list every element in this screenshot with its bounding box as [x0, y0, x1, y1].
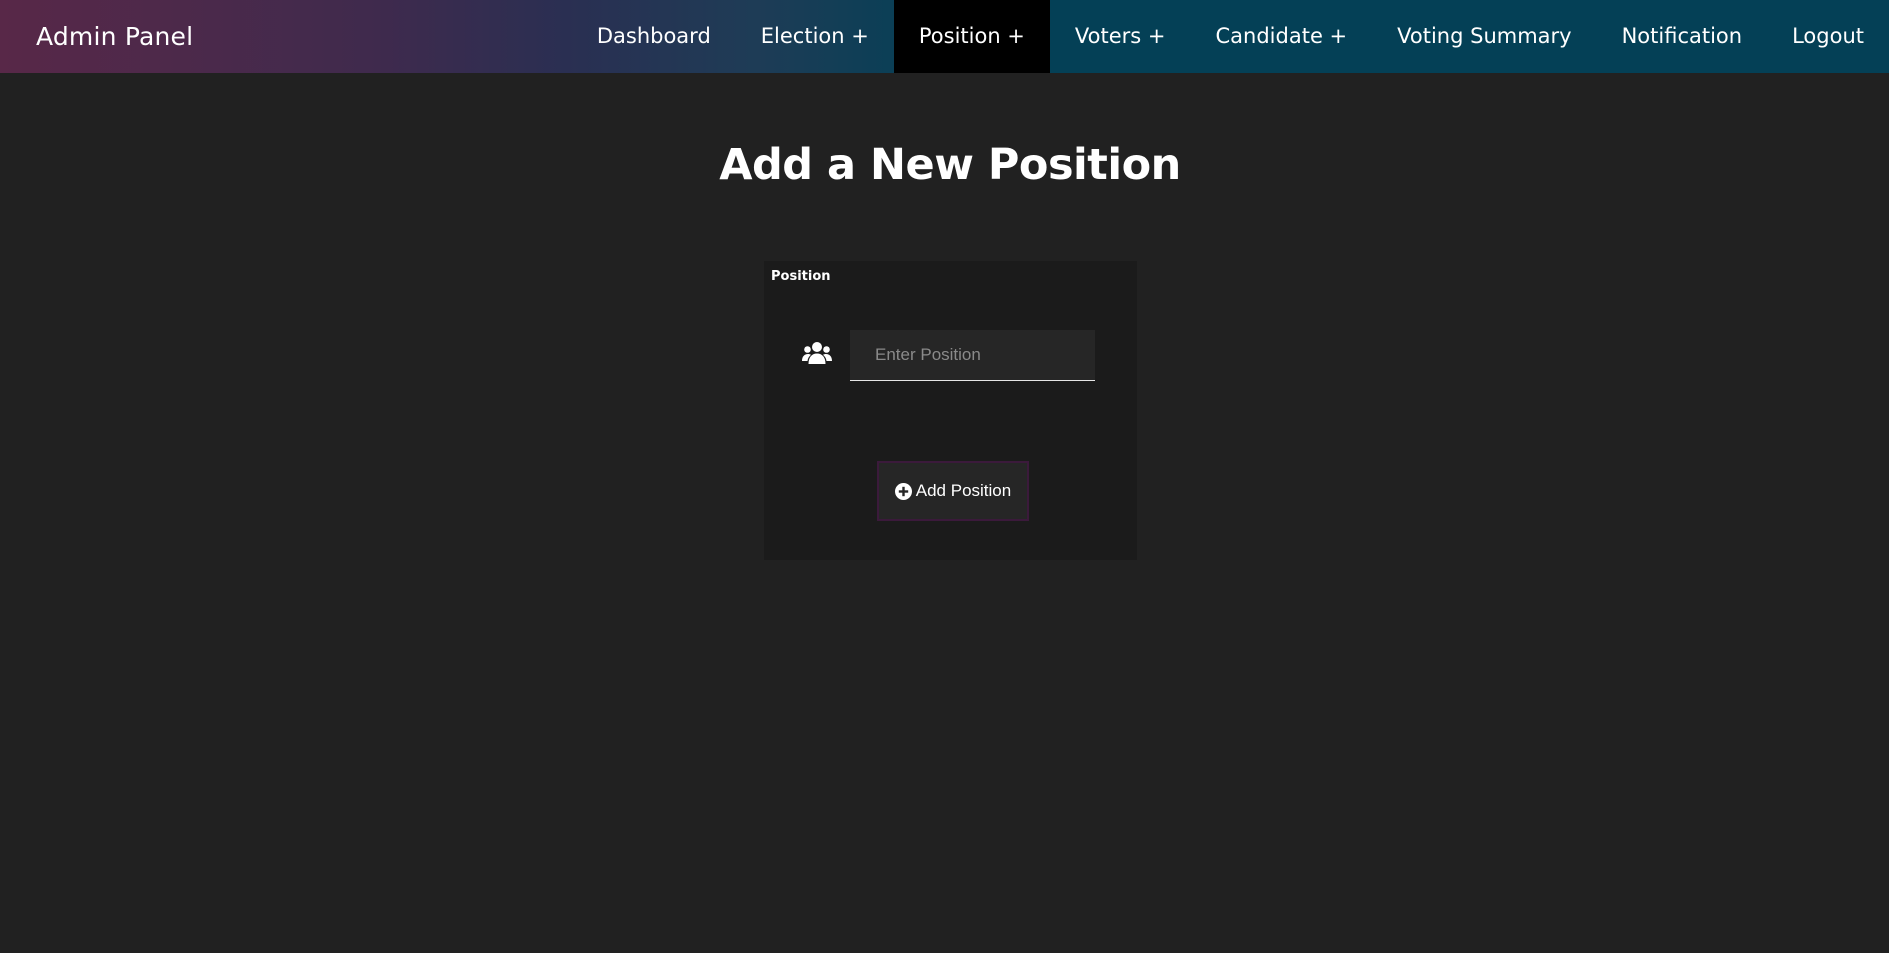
top-navbar: Admin Panel Dashboard Election + Positio… — [0, 0, 1889, 73]
add-position-button[interactable]: Add Position — [877, 461, 1029, 521]
nav-item-voters[interactable]: Voters + — [1050, 0, 1191, 73]
position-input-wrapper — [850, 330, 1095, 381]
nav-item-candidate[interactable]: Candidate + — [1191, 0, 1373, 73]
add-position-label: Add Position — [915, 481, 1012, 500]
page-title: Add a New Position — [719, 140, 1181, 190]
nav-menu: Dashboard Election + Position + Voters +… — [572, 0, 1889, 73]
plus-circle-icon — [894, 482, 912, 500]
brand-title[interactable]: Admin Panel — [36, 0, 193, 73]
nav-item-notification[interactable]: Notification — [1597, 0, 1768, 73]
card-label: Position — [771, 269, 831, 284]
position-input[interactable] — [850, 330, 1095, 380]
nav-item-election[interactable]: Election + — [736, 0, 894, 73]
nav-item-logout[interactable]: Logout — [1767, 0, 1889, 73]
users-icon — [802, 342, 832, 364]
nav-item-dashboard[interactable]: Dashboard — [572, 0, 736, 73]
nav-item-voting-summary[interactable]: Voting Summary — [1372, 0, 1596, 73]
position-form-card: Position Add Position — [764, 261, 1137, 560]
nav-item-position[interactable]: Position + — [893, 0, 1050, 73]
